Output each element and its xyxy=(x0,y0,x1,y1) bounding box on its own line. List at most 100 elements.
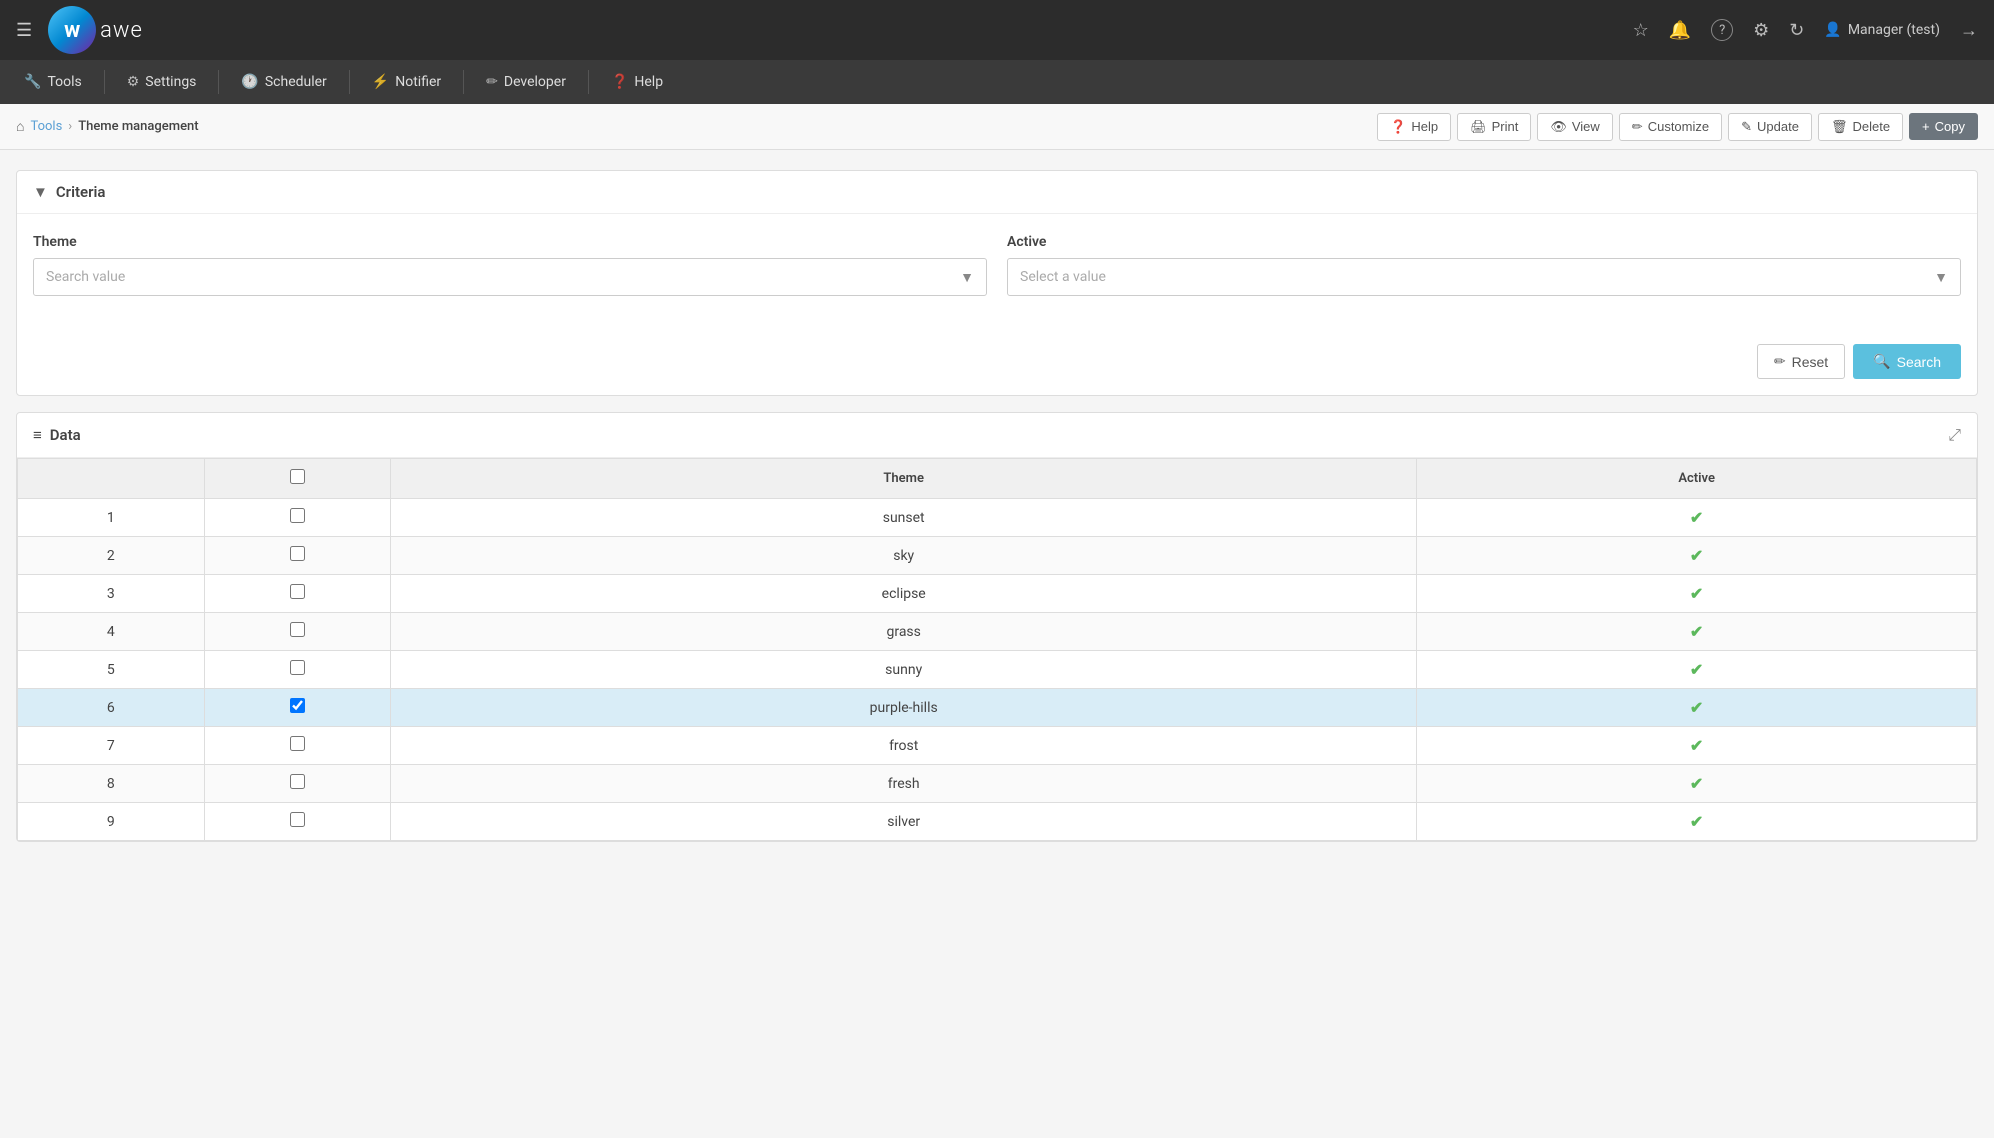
settings-menu-icon: ⚙ xyxy=(127,74,140,90)
help-menu-label: Help xyxy=(634,74,663,90)
menu-item-developer[interactable]: ✏ Developer xyxy=(470,66,582,98)
logo-text: awe xyxy=(100,18,143,43)
row-checkbox-cell xyxy=(204,651,391,689)
active-select-placeholder: Select a value xyxy=(1020,269,1106,285)
menu-item-scheduler[interactable]: 🕐 Scheduler xyxy=(225,66,342,98)
active-select-input[interactable]: Select a value ▼ xyxy=(1007,258,1961,296)
top-nav-right: ☆ 🔔 ? ⚙ ↻ 👤 Manager (test) → xyxy=(1633,19,1978,41)
delete-btn-label: Delete xyxy=(1852,119,1890,134)
row-checkbox[interactable] xyxy=(290,660,305,675)
row-active: ✔ xyxy=(1417,499,1977,537)
print-button[interactable]: 🖨 Print xyxy=(1457,113,1531,141)
row-checkbox[interactable] xyxy=(290,622,305,637)
th-checkbox xyxy=(204,459,391,499)
row-checkbox-cell xyxy=(204,499,391,537)
user-menu[interactable]: 👤 Manager (test) xyxy=(1824,22,1940,38)
active-field: Active Select a value ▼ xyxy=(1007,234,1961,296)
row-number: 9 xyxy=(18,803,205,841)
home-icon[interactable]: ⌂ xyxy=(16,118,24,135)
bell-icon[interactable]: 🔔 xyxy=(1669,20,1691,41)
row-checkbox[interactable] xyxy=(290,698,305,713)
customize-button[interactable]: ✏ Customize xyxy=(1619,113,1722,141)
row-theme: purple-hills xyxy=(391,689,1417,727)
row-checkbox-cell xyxy=(204,613,391,651)
menu-divider-4 xyxy=(463,70,464,94)
breadcrumb-separator: › xyxy=(68,119,72,134)
customize-btn-icon: ✏ xyxy=(1632,119,1643,135)
row-number: 6 xyxy=(18,689,205,727)
menu-item-notifier[interactable]: ⚡ Notifier xyxy=(356,66,457,98)
reset-icon: ✏ xyxy=(1774,353,1786,370)
print-btn-label: Print xyxy=(1492,119,1519,134)
row-number: 2 xyxy=(18,537,205,575)
gear-icon[interactable]: ⚙ xyxy=(1753,20,1769,41)
expand-icon[interactable]: ⤢ xyxy=(1948,425,1961,445)
row-number: 1 xyxy=(18,499,205,537)
active-check-icon: ✔ xyxy=(1690,812,1703,831)
theme-search-input[interactable]: Search value ▼ xyxy=(33,258,987,296)
breadcrumb-bar: ⌂ Tools › Theme management ❓ Help 🖨 Prin… xyxy=(0,104,1994,150)
reset-label: Reset xyxy=(1792,354,1829,370)
view-btn-icon: 👁 xyxy=(1550,119,1567,135)
row-theme: frost xyxy=(391,727,1417,765)
logout-icon[interactable]: → xyxy=(1960,20,1978,41)
print-btn-icon: 🖨 xyxy=(1470,119,1487,135)
row-checkbox-cell xyxy=(204,803,391,841)
table-row: 3eclipse✔ xyxy=(18,575,1977,613)
view-btn-label: View xyxy=(1572,119,1600,134)
delete-button[interactable]: 🗑 Delete xyxy=(1818,113,1903,141)
search-button[interactable]: 🔍 Search xyxy=(1853,344,1961,379)
row-checkbox-cell xyxy=(204,765,391,803)
row-checkbox[interactable] xyxy=(290,508,305,523)
view-button[interactable]: 👁 View xyxy=(1537,113,1612,141)
help-icon[interactable]: ? xyxy=(1711,19,1733,41)
data-section-header: ≡ Data ⤢ xyxy=(17,413,1977,458)
menu-item-settings[interactable]: ⚙ Settings xyxy=(111,66,213,98)
refresh-icon[interactable]: ↻ xyxy=(1789,20,1804,41)
theme-label: Theme xyxy=(33,234,987,250)
help-menu-icon: ❓ xyxy=(611,74,628,90)
update-button[interactable]: ✎ Update xyxy=(1728,113,1812,141)
menu-item-help[interactable]: ❓ Help xyxy=(595,66,679,98)
row-active: ✔ xyxy=(1417,613,1977,651)
row-checkbox[interactable] xyxy=(290,774,305,789)
table-row: 7frost✔ xyxy=(18,727,1977,765)
copy-button[interactable]: + Copy xyxy=(1909,113,1978,140)
criteria-body: Theme Search value ▼ Active Select a val… xyxy=(17,214,1977,332)
scheduler-menu-icon: 🕐 xyxy=(241,74,258,90)
scheduler-menu-label: Scheduler xyxy=(265,74,327,90)
developer-menu-icon: ✏ xyxy=(486,74,498,90)
reset-button[interactable]: ✏ Reset xyxy=(1757,344,1845,379)
menu-item-tools[interactable]: 🔧 Tools xyxy=(8,66,98,98)
breadcrumb-current: Theme management xyxy=(78,119,198,134)
th-theme: Theme xyxy=(391,459,1417,499)
menu-divider-5 xyxy=(588,70,589,94)
hamburger-icon[interactable]: ☰ xyxy=(16,20,32,41)
notifier-menu-icon: ⚡ xyxy=(372,74,389,90)
row-number: 4 xyxy=(18,613,205,651)
row-checkbox[interactable] xyxy=(290,736,305,751)
developer-menu-label: Developer xyxy=(504,74,566,90)
tools-menu-label: Tools xyxy=(47,74,81,90)
delete-btn-icon: 🗑 xyxy=(1831,119,1848,135)
active-dropdown-icon: ▼ xyxy=(1934,269,1948,286)
tools-breadcrumb[interactable]: Tools xyxy=(30,119,62,134)
row-checkbox[interactable] xyxy=(290,812,305,827)
table-row: 2sky✔ xyxy=(18,537,1977,575)
row-theme: eclipse xyxy=(391,575,1417,613)
settings-menu-label: Settings xyxy=(145,74,196,90)
copy-btn-label: Copy xyxy=(1935,119,1965,134)
tools-menu-icon: 🔧 xyxy=(24,74,41,90)
menu-bar: 🔧 Tools ⚙ Settings 🕐 Scheduler ⚡ Notifie… xyxy=(0,60,1994,104)
menu-divider-1 xyxy=(104,70,105,94)
star-icon[interactable]: ☆ xyxy=(1633,20,1649,41)
data-table: Theme Active 1sunset✔2sky✔3eclipse✔4gras… xyxy=(17,458,1977,841)
row-number: 5 xyxy=(18,651,205,689)
active-check-icon: ✔ xyxy=(1690,584,1703,603)
row-active: ✔ xyxy=(1417,689,1977,727)
row-checkbox[interactable] xyxy=(290,584,305,599)
help-button[interactable]: ❓ Help xyxy=(1377,113,1451,141)
select-all-checkbox[interactable] xyxy=(290,469,305,484)
row-checkbox[interactable] xyxy=(290,546,305,561)
data-section-title: ≡ Data xyxy=(33,426,81,444)
